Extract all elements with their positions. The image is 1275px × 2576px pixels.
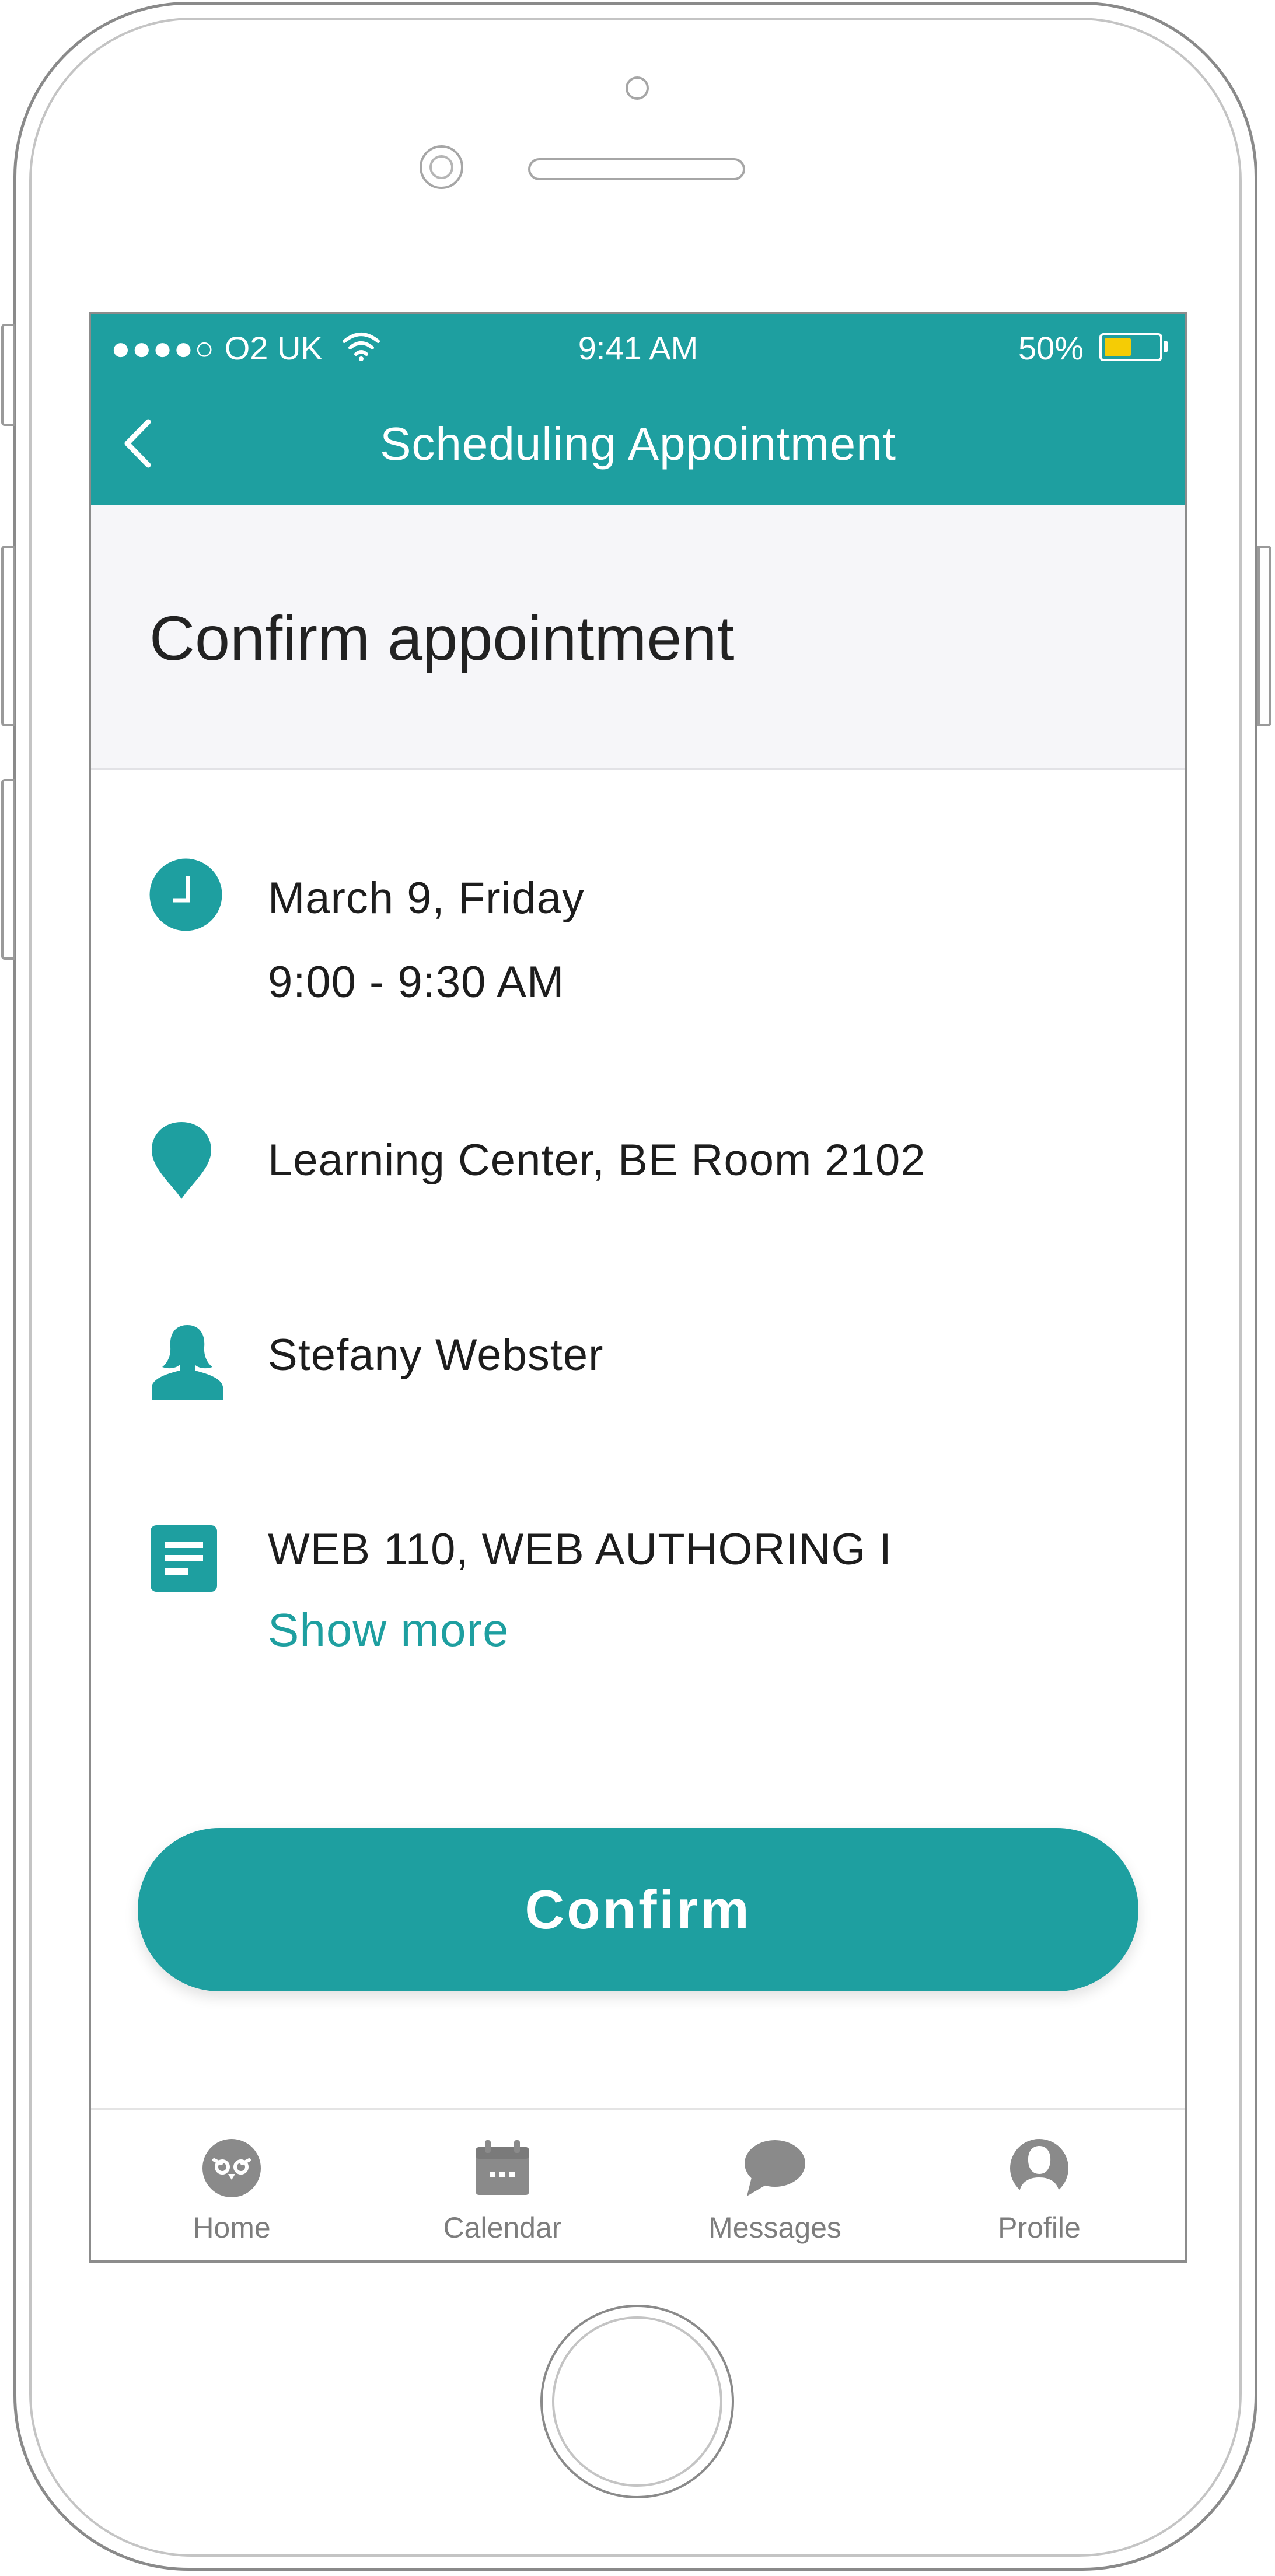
battery-level	[1105, 338, 1131, 356]
tab-messages[interactable]: Messages	[658, 2110, 892, 2260]
tab-calendar[interactable]: Calendar	[386, 2110, 619, 2260]
tab-home[interactable]: Home	[115, 2110, 348, 2260]
volume-down-button	[1, 779, 15, 960]
app-screen: ●●●●○ O2 UK 9:41 AM 50% Scheduling Appoi…	[89, 312, 1187, 2263]
battery-icon	[1099, 333, 1162, 361]
battery-percentage: 50%	[1018, 330, 1084, 366]
person-icon	[149, 1323, 225, 1401]
appointment-location: Learning Center, BE Room 2102	[268, 1135, 926, 1185]
volume-up-button	[1, 546, 15, 726]
page-title: Confirm appointment	[149, 603, 735, 673]
appointment-time: 9:00 - 9:30 AM	[268, 957, 565, 1007]
tab-calendar-label: Calendar	[443, 2211, 562, 2244]
profile-icon	[923, 2136, 1156, 2200]
proximity-sensor	[626, 76, 649, 100]
course-name: WEB 110, WEB AUTHORING I	[268, 1525, 892, 1574]
document-icon	[149, 1524, 218, 1593]
show-more-link[interactable]: Show more	[268, 1602, 509, 1658]
owl-icon	[115, 2136, 348, 2200]
top-bar: ●●●●○ O2 UK 9:41 AM 50% Scheduling Appoi…	[91, 314, 1185, 505]
tab-home-label: Home	[193, 2211, 271, 2244]
earpiece-speaker	[528, 158, 745, 180]
instructor-name: Stefany Webster	[268, 1330, 604, 1380]
front-camera	[420, 145, 463, 189]
home-button-ring	[552, 2316, 722, 2487]
mute-switch	[1, 324, 15, 426]
tab-messages-label: Messages	[708, 2211, 841, 2244]
tab-profile-label: Profile	[998, 2211, 1081, 2244]
confirm-button[interactable]: Confirm	[138, 1828, 1138, 1991]
location-pin-icon	[149, 1120, 214, 1201]
tab-profile[interactable]: Profile	[923, 2110, 1156, 2260]
nav-title: Scheduling Appointment	[380, 418, 896, 470]
tab-bar: Home Calendar Messages Profile	[91, 2108, 1185, 2260]
page-header: Confirm appointment	[91, 505, 1185, 770]
power-button	[1257, 546, 1271, 726]
battery-cap	[1164, 341, 1168, 352]
clock-icon	[149, 858, 222, 931]
calendar-icon	[386, 2136, 619, 2200]
appointment-date: March 9, Friday	[268, 873, 585, 923]
chat-bubble-icon	[658, 2136, 892, 2200]
